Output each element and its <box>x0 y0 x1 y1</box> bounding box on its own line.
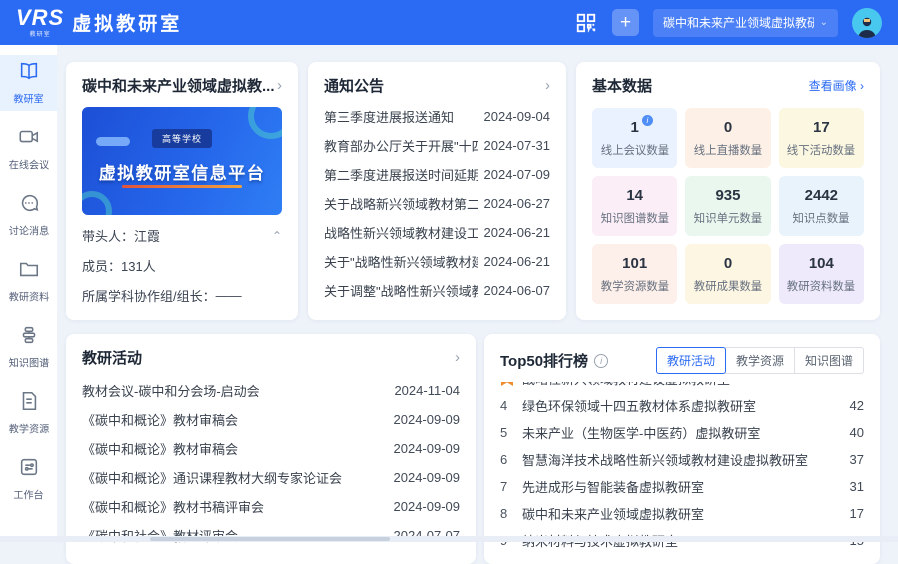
room-banner-image: 高等学校 虚拟教研室信息平台 <box>82 107 282 215</box>
stat-knowledge-units: 935 知识单元数量 <box>685 176 770 236</box>
sidebar-item-research-materials[interactable]: 教研资料 <box>0 253 57 309</box>
activities-title: 教研活动 <box>82 347 142 368</box>
ranking-tabs: 教研活动 教学资源 知识图谱 <box>656 347 864 374</box>
notice-row[interactable]: 第三季度进展报送通知 2024-09-04 <box>324 102 550 131</box>
room-group-row: 所属学科协作组/组长： —— <box>82 286 282 305</box>
scrollbar-thumb[interactable] <box>150 537 390 541</box>
logo-mark: VRS 教研室 <box>16 7 64 38</box>
ranking-row[interactable]: 7 先进成形与智能装备虚拟教研室 31 <box>500 473 864 500</box>
tab-research-activities[interactable]: 教研活动 <box>656 347 726 374</box>
workspace-select-value: 碳中和未来产业领域虚拟教研室 <box>663 14 814 31</box>
ranking-title: Top50排行榜 <box>500 350 588 371</box>
notice-row[interactable]: 关于战略新兴领域教材第二季... 2024-06-27 <box>324 189 550 218</box>
activity-row[interactable]: 《碳中和概论》教材审稿会 2024-09-09 <box>82 405 460 434</box>
video-icon <box>18 126 40 153</box>
chevron-right-icon[interactable] <box>277 78 282 93</box>
ranking-row[interactable]: 5 未来产业（生物医学-中医药）虚拟教研室 40 <box>500 419 864 446</box>
basic-data-card: 基本数据 查看画像 › 1i 线上会议数量 0 线上直播数量 17 线下活动数量… <box>576 62 880 320</box>
workspace-select[interactable]: 碳中和未来产业领域虚拟教研室 ⌄ <box>653 9 838 37</box>
logo-text: 虚拟教研室 <box>72 9 182 36</box>
ranking-card: Top50排行榜 教研活动 教学资源 知识图谱 战略性新兴领域教材建设虚拟教研室… <box>484 334 880 564</box>
tab-teaching-resources[interactable]: 教学资源 <box>725 347 795 374</box>
stat-online-meetings: 1i 线上会议数量 <box>592 108 677 168</box>
ranking-row[interactable]: 8 碳中和未来产业领域虚拟教研室 17 <box>500 500 864 527</box>
book-icon <box>18 60 40 87</box>
sidebar-item-workbench[interactable]: 工作台 <box>0 451 57 507</box>
stat-research-outcomes: 0 教研成果数量 <box>685 244 770 304</box>
stats-grid: 1i 线上会议数量 0 线上直播数量 17 线下活动数量 14 知识图谱数量 9… <box>592 108 864 304</box>
room-title: 碳中和未来产业领域虚拟教... <box>82 75 275 96</box>
workbench-icon <box>18 456 40 483</box>
stat-research-materials: 104 教研资料数量 <box>779 244 864 304</box>
medal-3-icon <box>500 382 514 387</box>
room-members-row: 成员： 131人 <box>82 256 282 275</box>
activity-row[interactable]: 教材会议-碳中和分会场-启动会 2024-11-04 <box>82 376 460 405</box>
user-avatar[interactable] <box>852 8 882 38</box>
stat-knowledge-points: 2442 知识点数量 <box>779 176 864 236</box>
tab-knowledge-graph[interactable]: 知识图谱 <box>794 347 864 374</box>
notice-list: 第三季度进展报送通知 2024-09-04 教育部办公厅关于开展"十四... 2… <box>324 102 550 305</box>
chevron-right-icon[interactable] <box>545 78 550 93</box>
banner-title: 虚拟教研室信息平台 <box>82 159 282 184</box>
sidebar-item-knowledge-graph[interactable]: 知识图谱 <box>0 319 57 375</box>
notice-row[interactable]: 教育部办公厅关于开展"十四... 2024-07-31 <box>324 131 550 160</box>
notices-card: 通知公告 第三季度进展报送通知 2024-09-04 教育部办公厅关于开展"十四… <box>308 62 566 320</box>
ranking-row-clipped[interactable]: 战略性新兴领域教材建设虚拟教研室 <box>500 382 864 392</box>
notice-row[interactable]: 战略性新兴领域教材建设工作... 2024-06-21 <box>324 218 550 247</box>
ranking-list: 战略性新兴领域教材建设虚拟教研室 4 绿色环保领域十四五教材体系虚拟教研室 42… <box>500 382 864 554</box>
notice-row[interactable]: 关于调整"战略性新兴领域教... 2024-06-07 <box>324 276 550 305</box>
view-profile-link[interactable]: 查看画像 › <box>809 77 864 94</box>
stat-live-streams: 0 线上直播数量 <box>685 108 770 168</box>
app-logo: VRS 教研室 虚拟教研室 <box>16 7 182 38</box>
activity-list: 教材会议-碳中和分会场-启动会 2024-11-04 《碳中和概论》教材审稿会 … <box>82 376 460 550</box>
app-header: VRS 教研室 虚拟教研室 + 碳中和未来产业领域虚拟教研室 ⌄ <box>0 0 898 45</box>
notice-row[interactable]: 关于"战略性新兴领域教材建... 2024-06-21 <box>324 247 550 276</box>
info-icon[interactable]: i <box>642 115 653 126</box>
chevron-down-icon: ⌄ <box>820 17 828 28</box>
ranking-row[interactable]: 4 绿色环保领域十四五教材体系虚拟教研室 42 <box>500 392 864 419</box>
basic-data-title: 基本数据 <box>592 75 652 96</box>
activities-card: 教研活动 教材会议-碳中和分会场-启动会 2024-11-04 《碳中和概论》教… <box>66 334 476 564</box>
sidebar: 教研室 在线会议 讨论消息 教研资料 <box>0 45 57 542</box>
info-icon[interactable] <box>594 354 608 368</box>
stat-offline-activities: 17 线下活动数量 <box>779 108 864 168</box>
add-button[interactable]: + <box>612 9 639 36</box>
qr-code-icon[interactable] <box>574 11 598 35</box>
stat-teaching-resources: 101 教学资源数量 <box>592 244 677 304</box>
sidebar-item-teaching-resources[interactable]: 教学资源 <box>0 385 57 441</box>
notices-title: 通知公告 <box>324 75 384 96</box>
ranking-row[interactable]: 6 智慧海洋技术战略性新兴领域教材建设虚拟教研室 37 <box>500 446 864 473</box>
chevron-right-icon[interactable] <box>455 350 460 365</box>
sidebar-item-discussion[interactable]: 讨论消息 <box>0 187 57 243</box>
activity-row[interactable]: 《碳中和概论》通识课程教材大纲专家论证会 2024-09-09 <box>82 463 460 492</box>
room-leader-row: 带头人： 江霞 <box>82 226 282 245</box>
room-info-card: 碳中和未来产业领域虚拟教... 高等学校 虚拟教研室信息平台 带头人： 江霞 成… <box>66 62 298 320</box>
chevron-up-icon[interactable] <box>272 230 282 242</box>
horizontal-scrollbar[interactable] <box>0 536 898 542</box>
document-icon <box>18 390 40 417</box>
graph-icon <box>18 324 40 351</box>
banner-badge: 高等学校 <box>152 129 212 148</box>
main-content: 碳中和未来产业领域虚拟教... 高等学校 虚拟教研室信息平台 带头人： 江霞 成… <box>57 45 898 542</box>
notice-row[interactable]: 第二季度进展报送时间延期通知 2024-07-09 <box>324 160 550 189</box>
activity-row[interactable]: 《碳中和概论》教材审稿会 2024-09-09 <box>82 434 460 463</box>
sidebar-item-online-meeting[interactable]: 在线会议 <box>0 121 57 177</box>
folder-icon <box>18 258 40 285</box>
activity-row[interactable]: 《碳中和概论》教材书稿评审会 2024-09-09 <box>82 492 460 521</box>
sidebar-item-teaching-room[interactable]: 教研室 <box>0 55 57 111</box>
chat-icon <box>18 192 40 219</box>
stat-knowledge-graphs: 14 知识图谱数量 <box>592 176 677 236</box>
